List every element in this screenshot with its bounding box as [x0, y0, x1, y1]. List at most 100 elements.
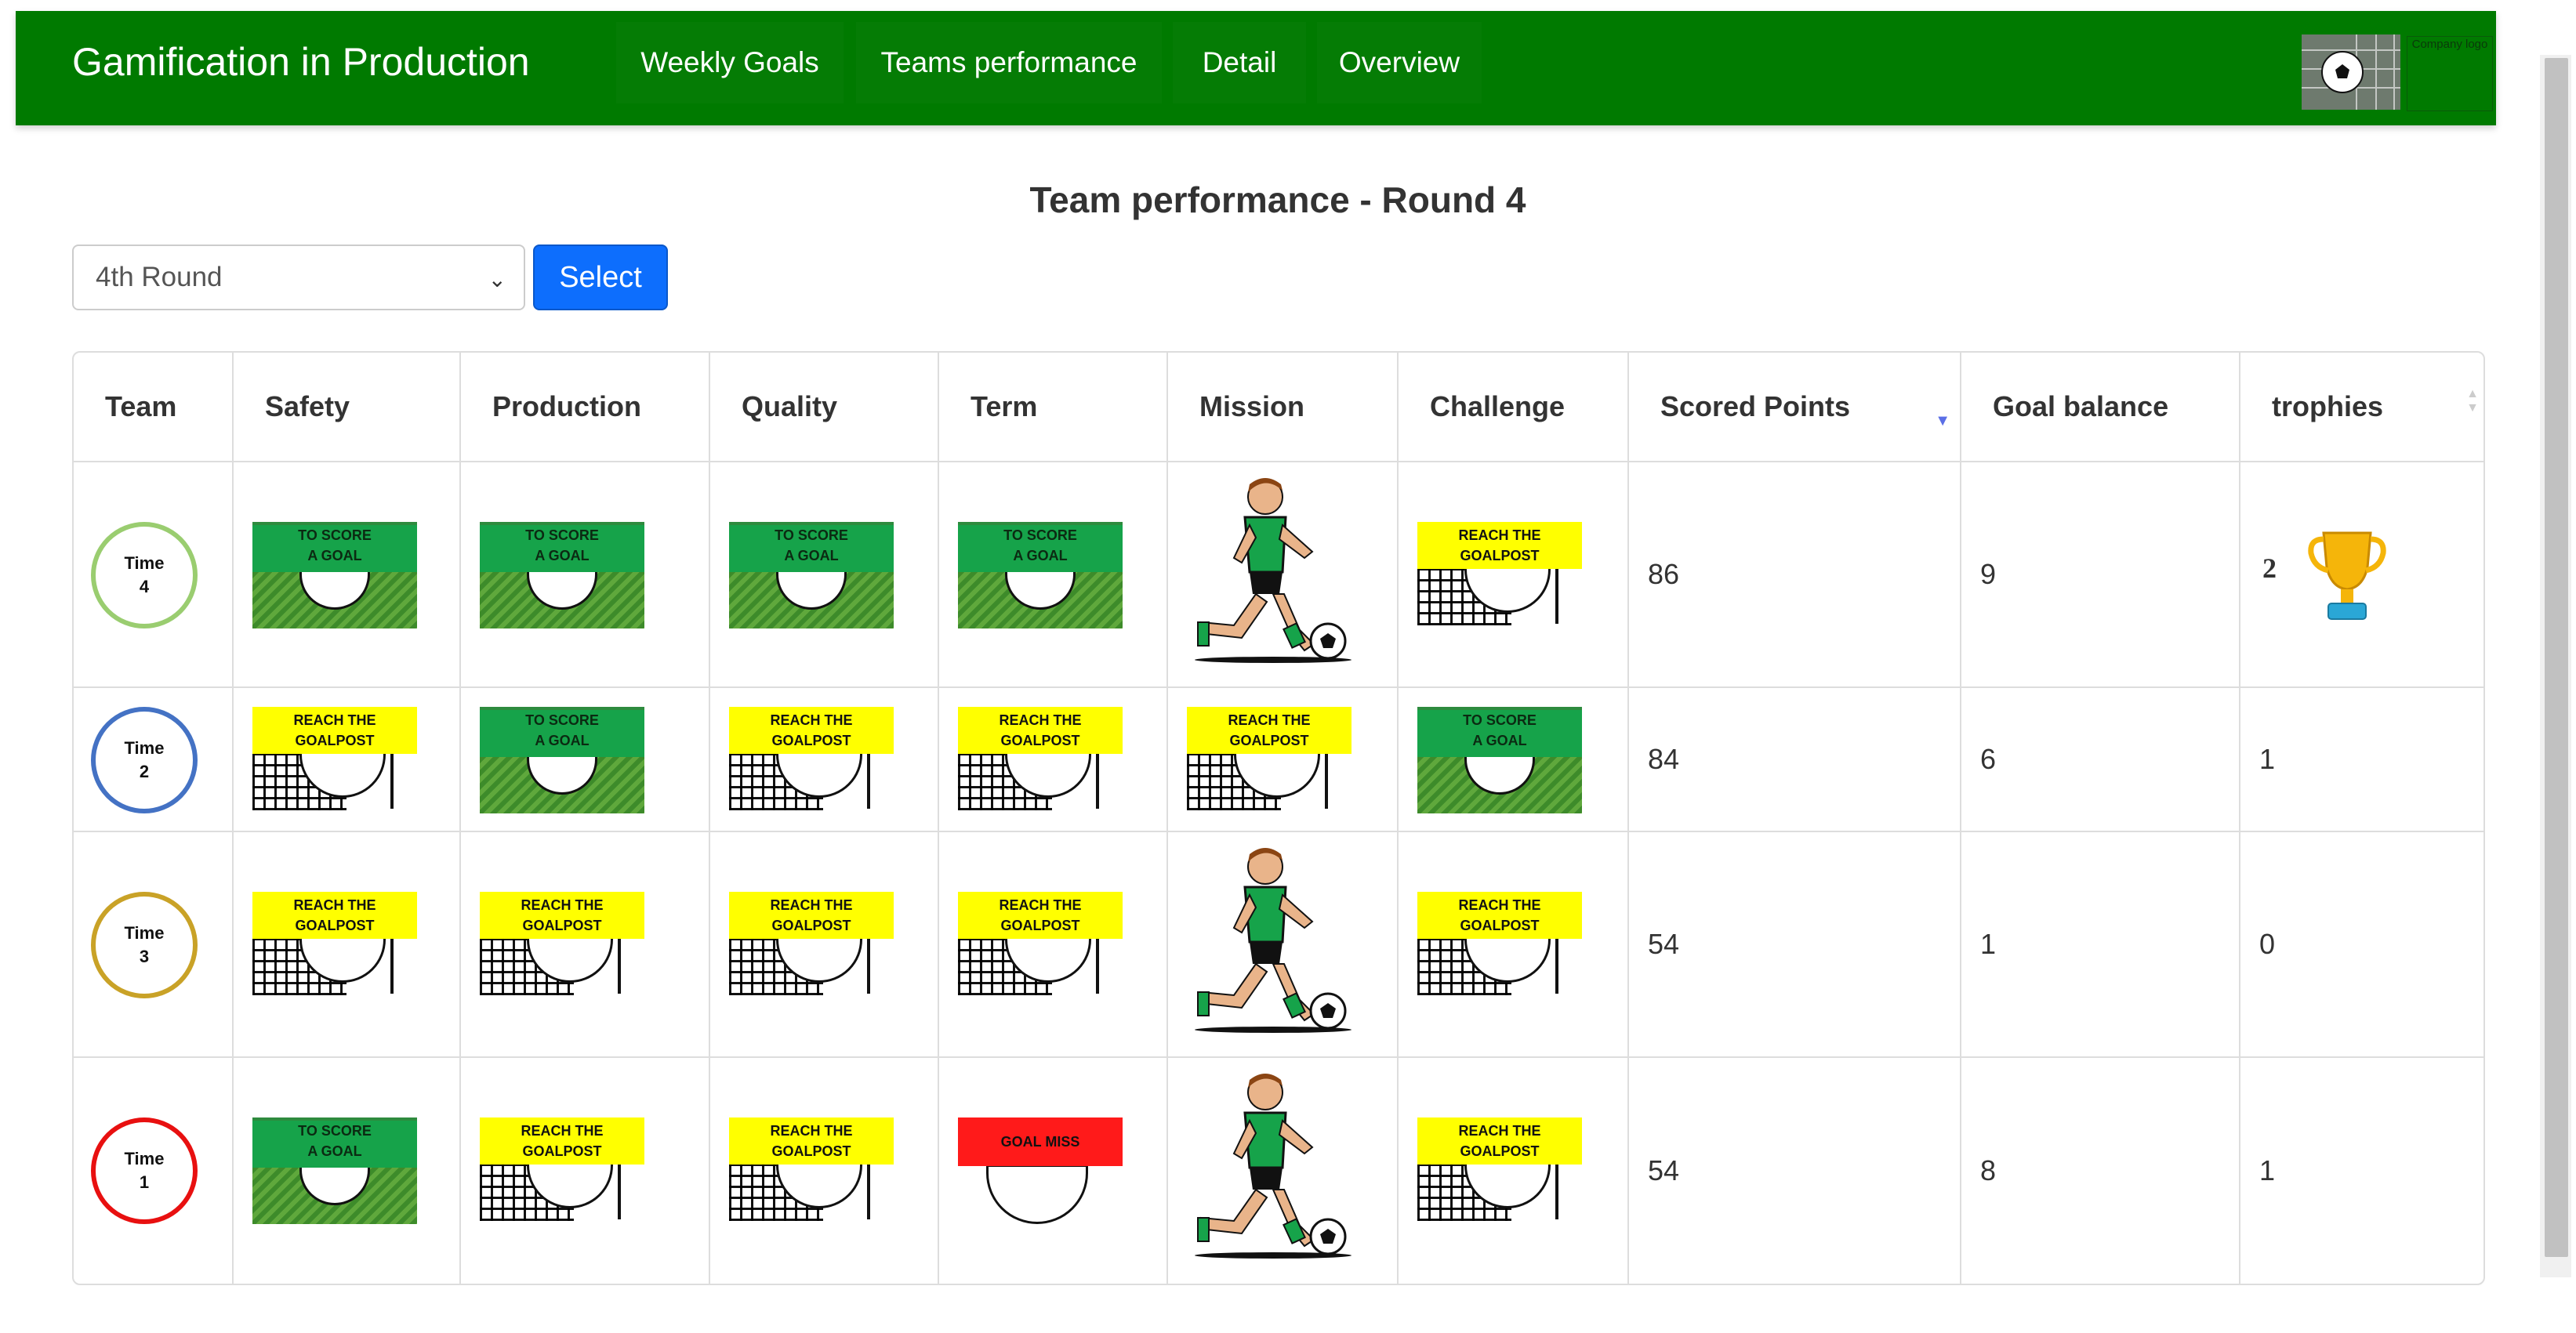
cell-team: Time 3 [74, 832, 234, 1056]
goal-balance-value: 9 [1980, 558, 1997, 590]
reach-goalpost-badge: REACH THE GOALPOST [252, 892, 417, 998]
cell-trophies: 1 [2240, 688, 2483, 831]
header-scored-points-label: Scored Points [1660, 390, 1851, 422]
reach-goalpost-badge: REACH THE GOALPOST [958, 707, 1123, 813]
page-title: Team performance - Round 4 [1029, 179, 1526, 220]
goal-balance-value: 8 [1980, 1154, 1997, 1186]
sort-both-icon[interactable]: ▲ ▼ [2466, 387, 2479, 415]
goal-balance-value: 6 [1980, 743, 1997, 775]
cell-goal-balance: 1 [1961, 832, 2240, 1056]
goalpost-graphic [1096, 939, 1099, 994]
header-challenge[interactable]: Challenge [1399, 353, 1629, 461]
badge-label: TO SCORE A GOAL [252, 525, 417, 572]
badge-label: REACH THE GOALPOST [729, 707, 894, 754]
cell-safety: REACH THE GOALPOST [234, 832, 461, 1056]
badge-label: TO SCORE A GOAL [729, 525, 894, 572]
header-team[interactable]: Team [74, 353, 234, 461]
cell-team: Time 4 [74, 462, 234, 686]
goalpost-graphic [618, 1165, 621, 1219]
reach-goalpost-badge: REACH THE GOALPOST [1417, 1117, 1582, 1224]
round-select-value: 4th Round [96, 262, 223, 292]
score-goal-badge: TO SCORE A GOAL [480, 707, 644, 813]
cell-production: TO SCORE A GOAL [461, 688, 710, 831]
company-logo: Company logo [2407, 36, 2493, 111]
cell-goal-balance: 8 [1961, 1058, 2240, 1284]
badge-label: REACH THE GOALPOST [729, 1117, 894, 1165]
trophy-icon [2308, 528, 2386, 622]
cell-mission [1168, 1058, 1399, 1284]
score-goal-badge: TO SCORE A GOAL [729, 522, 894, 628]
badge-label: REACH THE GOALPOST [1417, 1117, 1582, 1165]
cell-challenge: TO SCORE A GOAL [1399, 688, 1629, 831]
reach-goalpost-badge: REACH THE GOALPOST [1417, 522, 1582, 628]
app-brand[interactable]: Gamification in Production [72, 39, 530, 85]
scored-points-value: 86 [1648, 558, 1680, 590]
header-goal-balance[interactable]: Goal balance [1961, 353, 2240, 461]
cell-production: REACH THE GOALPOST [461, 832, 710, 1056]
nav-detail[interactable]: Detail [1173, 22, 1306, 103]
table-header-row: Team Safety Production Quality Term Mission Ch… [74, 353, 2483, 462]
cell-production: REACH THE GOALPOST [461, 1058, 710, 1284]
header-production[interactable]: Production [461, 353, 710, 461]
cell-challenge: REACH THE GOALPOST [1399, 1058, 1629, 1284]
soccer-ball-icon [986, 1165, 1088, 1224]
trophies-value: 2 [2262, 552, 2277, 584]
cell-trophies: 0 [2240, 832, 2483, 1056]
header-term[interactable]: Term [939, 353, 1168, 461]
cell-team: Time 1 [74, 1058, 234, 1284]
header-trophies-label: trophies [2272, 390, 2384, 422]
nav-weekly-goals[interactable]: Weekly Goals [616, 22, 844, 103]
cell-quality: REACH THE GOALPOST [710, 832, 939, 1056]
nav-teams-performance[interactable]: Teams performance [856, 22, 1162, 103]
team-label: Time [124, 1149, 165, 1168]
trophies-value: 1 [2259, 1154, 2276, 1186]
badge-label: REACH THE GOALPOST [480, 892, 644, 939]
header-quality-label: Quality [742, 390, 838, 422]
cell-safety: REACH THE GOALPOST [234, 688, 461, 831]
header-safety-label: Safety [265, 390, 350, 422]
cell-scored-points: 54 [1629, 832, 1961, 1056]
soccer-ball-icon [2302, 34, 2400, 110]
badge-label: TO SCORE A GOAL [958, 525, 1123, 572]
reach-goalpost-badge: REACH THE GOALPOST [958, 892, 1123, 998]
cell-mission [1168, 832, 1399, 1056]
goalpost-graphic [1096, 754, 1099, 809]
top-navbar: Gamification in Production Weekly Goals … [16, 11, 2496, 125]
header-mission[interactable]: Mission [1168, 353, 1399, 461]
header-challenge-label: Challenge [1430, 390, 1566, 422]
badge-label: REACH THE GOALPOST [252, 707, 417, 754]
cell-scored-points: 84 [1629, 688, 1961, 831]
header-quality[interactable]: Quality [710, 353, 939, 461]
reach-goalpost-badge: REACH THE GOALPOST [729, 892, 894, 998]
reach-goalpost-badge: REACH THE GOALPOST [480, 892, 644, 998]
cell-quality: REACH THE GOALPOST [710, 688, 939, 831]
score-goal-badge: TO SCORE A GOAL [252, 522, 417, 628]
reach-goalpost-badge: REACH THE GOALPOST [252, 707, 417, 813]
header-scored-points[interactable]: Scored Points ▼ [1629, 353, 1961, 461]
team-badge: Time 4 [91, 522, 198, 628]
team-badge: Time 2 [91, 707, 198, 813]
scored-points-value: 84 [1648, 743, 1680, 775]
cell-safety: TO SCORE A GOAL [234, 462, 461, 686]
header-trophies[interactable]: trophies ▲ ▼ [2240, 353, 2483, 461]
badge-label: REACH THE GOALPOST [958, 892, 1123, 939]
goalpost-graphic [1555, 1165, 1558, 1219]
header-safety[interactable]: Safety [234, 353, 461, 461]
goalpost-graphic [618, 939, 621, 994]
badge-label: TO SCORE A GOAL [480, 525, 644, 572]
soccer-player-icon [1187, 846, 1351, 1034]
round-select[interactable]: 4th Round ⌄ [72, 245, 525, 310]
cell-term: REACH THE GOALPOST [939, 832, 1168, 1056]
score-goal-badge: TO SCORE A GOAL [1417, 707, 1582, 813]
score-goal-badge: TO SCORE A GOAL [252, 1117, 417, 1224]
select-button[interactable]: Select [533, 245, 668, 310]
reach-goalpost-badge: REACH THE GOALPOST [729, 707, 894, 813]
sort-desc-icon[interactable]: ▼ [1935, 412, 1950, 430]
cell-team: Time 2 [74, 688, 234, 831]
header-team-label: Team [105, 390, 177, 422]
team-number: 4 [139, 577, 150, 596]
scrollbar-thumb[interactable] [2545, 58, 2568, 1257]
team-number: 2 [139, 762, 150, 781]
table-row: Time 3 REACH THE GOALPOST REACH THE GOALPOST R… [74, 832, 2483, 1058]
nav-overview[interactable]: Overview [1317, 22, 1482, 103]
